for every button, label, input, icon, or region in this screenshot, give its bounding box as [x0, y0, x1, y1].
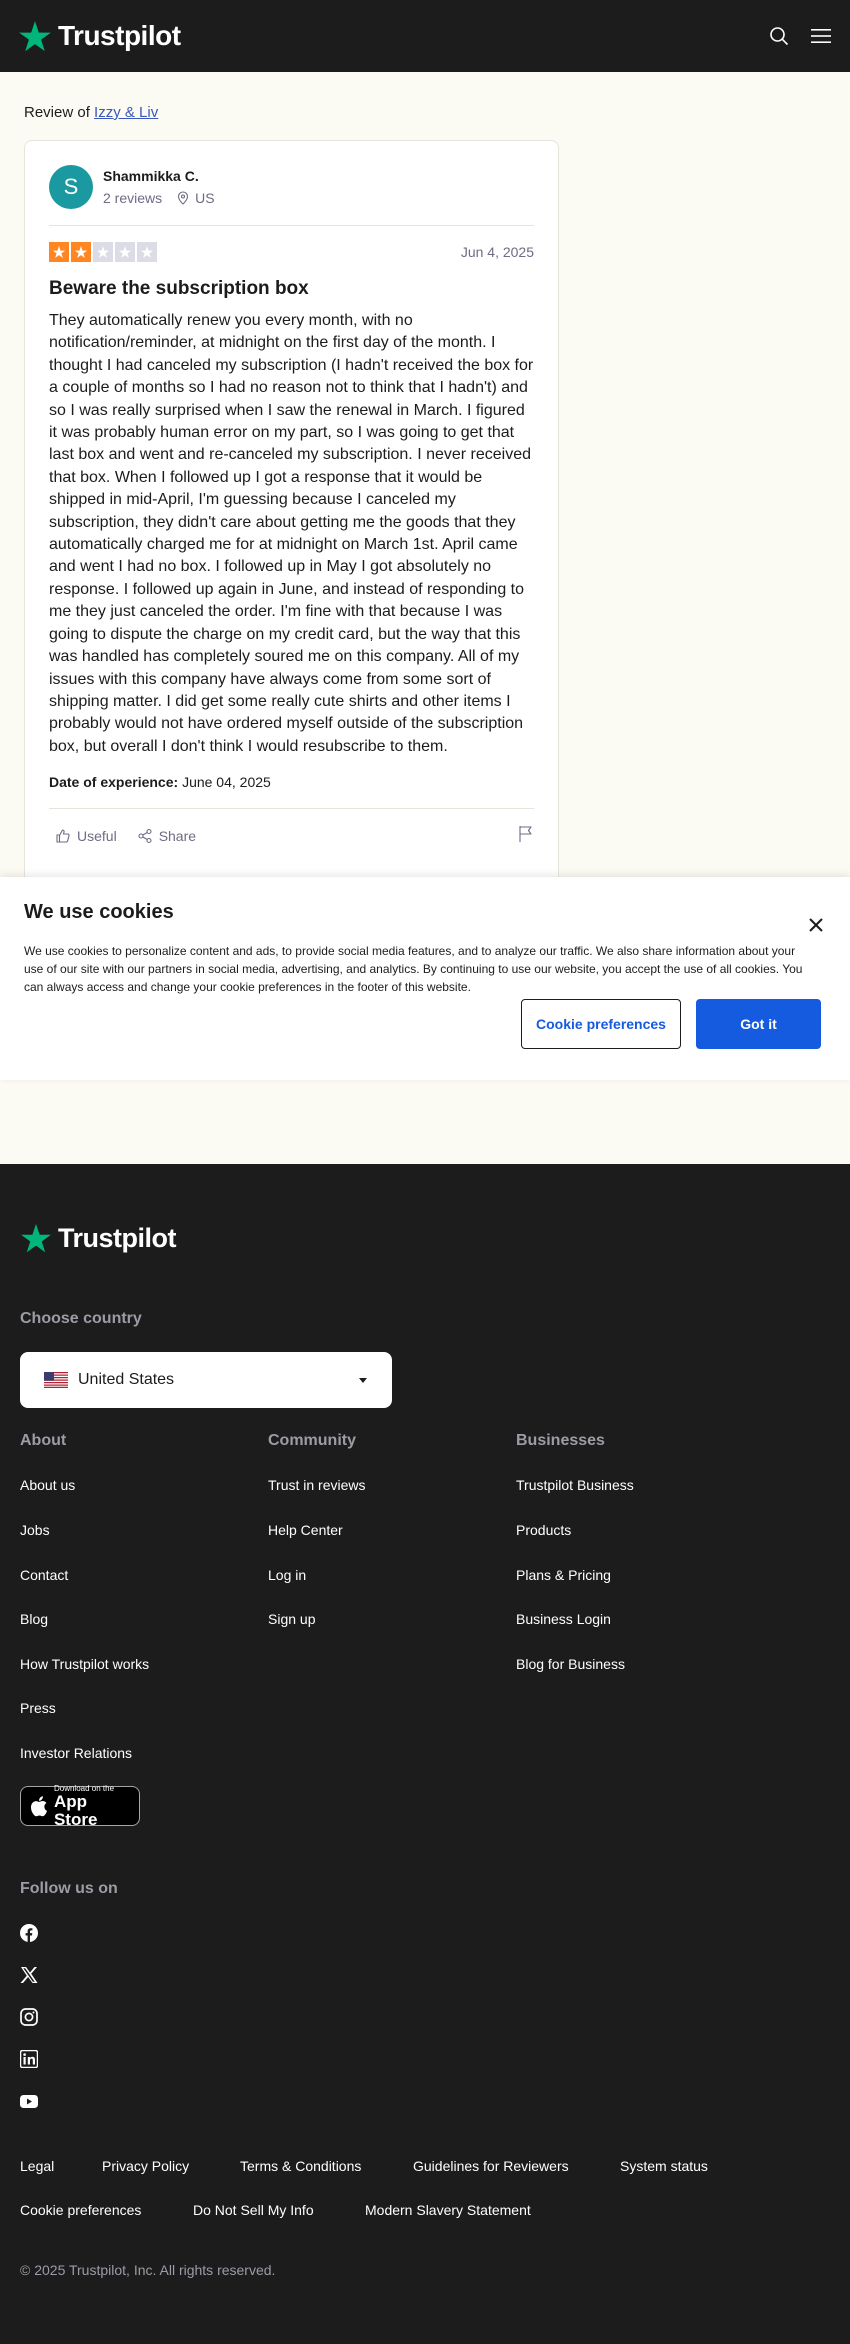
country-value: United States	[78, 1371, 175, 1388]
star-filled-icon	[71, 242, 91, 262]
us-flag-icon	[44, 1372, 68, 1388]
useful-button[interactable]: Useful	[55, 828, 117, 844]
trustpilot-star-icon	[19, 21, 51, 52]
footer-link[interactable]: Trust in reviews	[268, 1477, 366, 1493]
footer-link[interactable]: How Trustpilot works	[20, 1656, 149, 1672]
footer-link[interactable]: Blog	[20, 1611, 48, 1627]
community-heading: Community	[268, 1432, 356, 1449]
x-icon[interactable]	[20, 1966, 38, 1984]
guidelines-link[interactable]: Guidelines for Reviewers	[413, 2158, 569, 2174]
review-title: Beware the subscription box	[49, 278, 309, 299]
doe-value: June 04, 2025	[182, 774, 271, 791]
instagram-icon[interactable]	[20, 2008, 38, 2026]
country-select[interactable]: United States	[20, 1352, 392, 1408]
avatar[interactable]: S	[49, 165, 93, 209]
company-link[interactable]: Izzy & Liv	[94, 104, 158, 121]
facebook-icon[interactable]	[20, 1924, 38, 1942]
legal-link[interactable]: Legal	[20, 2158, 54, 2174]
trustpilot-star-icon	[21, 1224, 51, 1253]
reviewer-info: S Shammikka C. 2 reviews US	[49, 165, 534, 226]
footer-logo-text: Trustpilot	[58, 1222, 177, 1253]
footer-link[interactable]: Contact	[20, 1567, 68, 1583]
footer-link[interactable]: Plans & Pricing	[516, 1567, 611, 1583]
star-empty-icon	[93, 242, 113, 262]
date-of-experience: Date of experience: June 04, 2025	[49, 774, 534, 790]
star-rating	[49, 242, 157, 262]
footer-link[interactable]: About us	[20, 1477, 75, 1493]
star-empty-icon	[137, 242, 157, 262]
cookie-title: We use cookies	[24, 901, 174, 923]
got-it-button[interactable]: Got it	[696, 999, 821, 1049]
review-card: S Shammikka C. 2 reviews US Jun 4, 2025 …	[24, 140, 559, 910]
footer: Trustpilot Choose country United States …	[0, 1164, 850, 2344]
footer-link[interactable]: Blog for Business	[516, 1656, 625, 1672]
close-icon[interactable]	[806, 915, 826, 935]
search-icon[interactable]	[768, 25, 790, 47]
businesses-heading: Businesses	[516, 1432, 605, 1449]
footer-link[interactable]: Log in	[268, 1567, 306, 1583]
share-icon	[138, 828, 152, 843]
cookie-text: We use cookies to personalize content an…	[24, 944, 803, 994]
cookie-preferences-button[interactable]: Cookie preferences	[521, 999, 681, 1049]
flag-icon[interactable]	[518, 825, 534, 846]
cookie-preferences-link[interactable]: Cookie preferences	[20, 2202, 141, 2218]
apple-icon	[30, 1796, 48, 1817]
footer-logo[interactable]: Trustpilot	[20, 1222, 177, 1254]
useful-label: Useful	[77, 827, 117, 844]
footer-link[interactable]: Investor Relations	[20, 1745, 132, 1761]
menu-icon[interactable]	[810, 25, 832, 47]
follow-heading: Follow us on	[20, 1880, 118, 1897]
youtube-icon[interactable]	[20, 2092, 38, 2110]
reviewer-name[interactable]: Shammikka C.	[103, 168, 215, 184]
chevron-down-icon	[358, 1375, 368, 1385]
footer-link[interactable]: Trustpilot Business	[516, 1477, 634, 1493]
app-store-badge[interactable]: Download on the App Store	[20, 1784, 140, 1829]
terms-link[interactable]: Terms & Conditions	[240, 2158, 361, 2174]
privacy-policy-link[interactable]: Privacy Policy	[102, 2158, 189, 2174]
review-body: They automatically renew you every month…	[49, 312, 534, 755]
footer-link[interactable]: Products	[516, 1522, 571, 1538]
do-not-sell-link[interactable]: Do Not Sell My Info	[193, 2202, 314, 2218]
footer-link[interactable]: Jobs	[20, 1522, 50, 1538]
footer-link[interactable]: Press	[20, 1700, 56, 1716]
app-store-big-text: App Store	[53, 1791, 98, 1829]
reviewer-location: US	[195, 190, 215, 206]
review-date: Jun 4, 2025	[460, 244, 534, 260]
thumbs-up-icon	[56, 829, 70, 843]
share-label: Share	[158, 827, 197, 844]
modern-slavery-link[interactable]: Modern Slavery Statement	[365, 2202, 531, 2218]
share-button[interactable]: Share	[137, 828, 196, 844]
trustpilot-logo[interactable]: Trustpilot	[18, 19, 181, 53]
logo-text: Trustpilot	[58, 20, 181, 51]
cookie-banner: We use cookies We use cookies to persona…	[0, 877, 850, 1080]
breadcrumb: Review of Izzy & Liv	[24, 104, 158, 121]
footer-link[interactable]: Business Login	[516, 1611, 611, 1627]
linkedin-icon[interactable]	[20, 2050, 38, 2068]
reviews-count: 2 reviews	[103, 190, 163, 206]
system-status-link[interactable]: System status	[620, 2158, 708, 2174]
copyright: © 2025 Trustpilot, Inc. All rights reser…	[20, 2262, 276, 2278]
footer-link[interactable]: Help Center	[268, 1522, 343, 1538]
top-header: Trustpilot	[0, 0, 850, 72]
footer-link[interactable]: Sign up	[268, 1611, 315, 1627]
about-heading: About	[20, 1432, 67, 1449]
divider	[49, 808, 534, 810]
choose-country-heading: Choose country	[20, 1310, 142, 1327]
breadcrumb-prefix: Review of	[24, 104, 90, 121]
star-empty-icon	[115, 242, 135, 262]
doe-label: Date of experience:	[49, 774, 179, 791]
star-filled-icon	[49, 242, 69, 262]
location-pin-icon	[178, 191, 189, 205]
